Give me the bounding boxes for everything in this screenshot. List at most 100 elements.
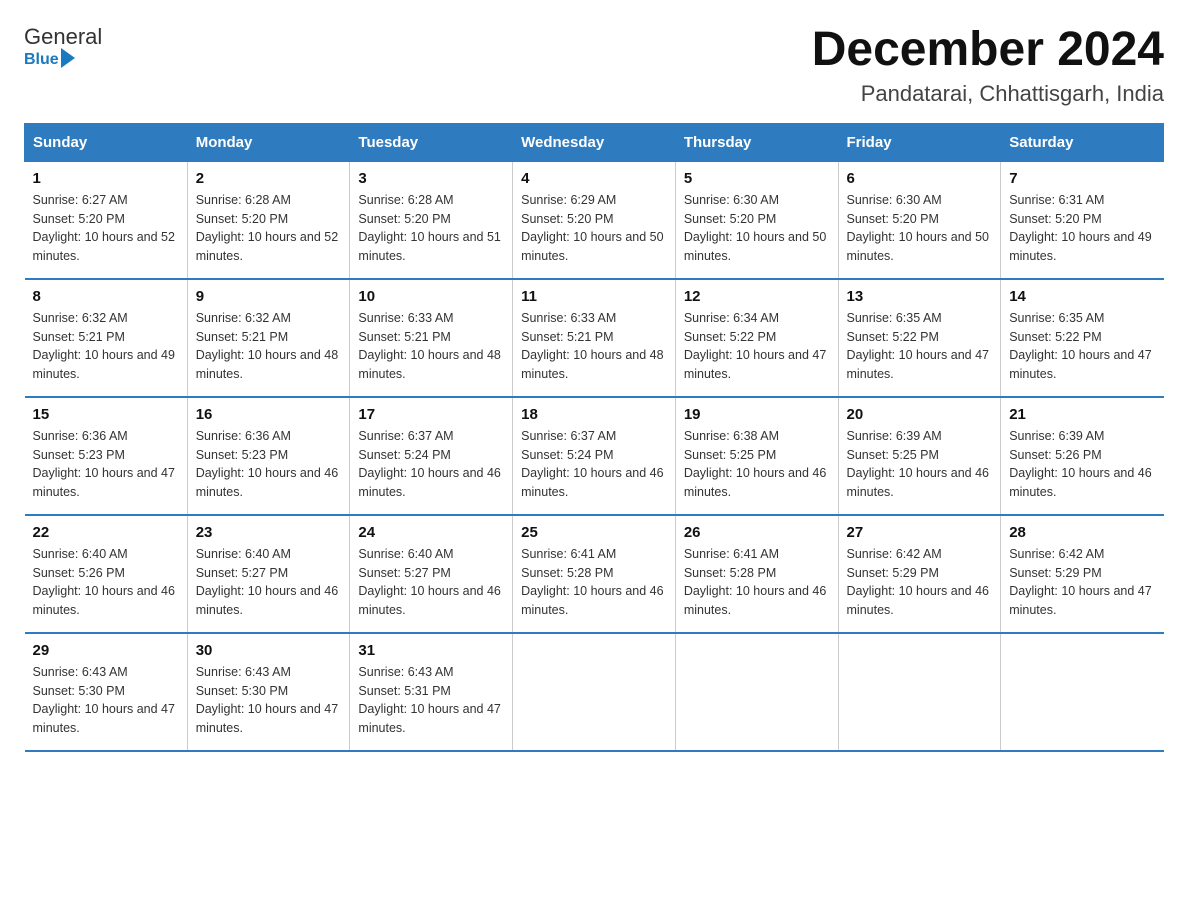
calendar-cell: 30 Sunrise: 6:43 AMSunset: 5:30 PMDaylig…	[187, 633, 350, 751]
calendar-table: SundayMondayTuesdayWednesdayThursdayFrid…	[24, 123, 1164, 752]
calendar-cell: 6 Sunrise: 6:30 AMSunset: 5:20 PMDayligh…	[838, 161, 1001, 279]
day-info: Sunrise: 6:34 AMSunset: 5:22 PMDaylight:…	[684, 309, 830, 384]
day-info: Sunrise: 6:43 AMSunset: 5:30 PMDaylight:…	[33, 663, 179, 738]
calendar-cell	[838, 633, 1001, 751]
day-number: 30	[196, 642, 342, 659]
day-number: 25	[521, 524, 667, 541]
header-sunday: Sunday	[25, 123, 188, 161]
day-info: Sunrise: 6:43 AMSunset: 5:31 PMDaylight:…	[358, 663, 504, 738]
day-number: 17	[358, 406, 504, 423]
day-number: 2	[196, 170, 342, 187]
calendar-cell: 31 Sunrise: 6:43 AMSunset: 5:31 PMDaylig…	[350, 633, 513, 751]
calendar-week-row: 15 Sunrise: 6:36 AMSunset: 5:23 PMDaylig…	[25, 397, 1164, 515]
title-block: December 2024 Pandatarai, Chhattisgarh, …	[812, 24, 1164, 107]
day-number: 15	[33, 406, 179, 423]
calendar-cell: 20 Sunrise: 6:39 AMSunset: 5:25 PMDaylig…	[838, 397, 1001, 515]
day-info: Sunrise: 6:35 AMSunset: 5:22 PMDaylight:…	[847, 309, 993, 384]
header-monday: Monday	[187, 123, 350, 161]
day-number: 1	[33, 170, 179, 187]
calendar-week-row: 1 Sunrise: 6:27 AMSunset: 5:20 PMDayligh…	[25, 161, 1164, 279]
calendar-cell: 10 Sunrise: 6:33 AMSunset: 5:21 PMDaylig…	[350, 279, 513, 397]
logo-blue-text: Blue	[24, 51, 59, 69]
day-number: 18	[521, 406, 667, 423]
day-info: Sunrise: 6:42 AMSunset: 5:29 PMDaylight:…	[847, 545, 993, 620]
day-number: 10	[358, 288, 504, 305]
calendar-cell: 2 Sunrise: 6:28 AMSunset: 5:20 PMDayligh…	[187, 161, 350, 279]
day-number: 19	[684, 406, 830, 423]
calendar-cell	[1001, 633, 1164, 751]
day-number: 22	[33, 524, 179, 541]
calendar-cell: 5 Sunrise: 6:30 AMSunset: 5:20 PMDayligh…	[675, 161, 838, 279]
day-number: 21	[1009, 406, 1155, 423]
day-info: Sunrise: 6:40 AMSunset: 5:26 PMDaylight:…	[33, 545, 179, 620]
location-subtitle: Pandatarai, Chhattisgarh, India	[812, 81, 1164, 107]
day-info: Sunrise: 6:35 AMSunset: 5:22 PMDaylight:…	[1009, 309, 1155, 384]
calendar-cell: 18 Sunrise: 6:37 AMSunset: 5:24 PMDaylig…	[513, 397, 676, 515]
calendar-cell: 16 Sunrise: 6:36 AMSunset: 5:23 PMDaylig…	[187, 397, 350, 515]
calendar-cell: 22 Sunrise: 6:40 AMSunset: 5:26 PMDaylig…	[25, 515, 188, 633]
day-number: 28	[1009, 524, 1155, 541]
day-info: Sunrise: 6:32 AMSunset: 5:21 PMDaylight:…	[33, 309, 179, 384]
day-info: Sunrise: 6:30 AMSunset: 5:20 PMDaylight:…	[847, 191, 993, 266]
calendar-cell: 17 Sunrise: 6:37 AMSunset: 5:24 PMDaylig…	[350, 397, 513, 515]
day-number: 13	[847, 288, 993, 305]
day-info: Sunrise: 6:40 AMSunset: 5:27 PMDaylight:…	[358, 545, 504, 620]
calendar-cell: 21 Sunrise: 6:39 AMSunset: 5:26 PMDaylig…	[1001, 397, 1164, 515]
day-number: 14	[1009, 288, 1155, 305]
day-number: 23	[196, 524, 342, 541]
logo-arrow-icon	[61, 48, 75, 68]
day-info: Sunrise: 6:41 AMSunset: 5:28 PMDaylight:…	[521, 545, 667, 620]
logo: General Blue	[24, 24, 102, 70]
calendar-cell: 27 Sunrise: 6:42 AMSunset: 5:29 PMDaylig…	[838, 515, 1001, 633]
calendar-cell: 9 Sunrise: 6:32 AMSunset: 5:21 PMDayligh…	[187, 279, 350, 397]
month-title: December 2024	[812, 24, 1164, 77]
calendar-cell: 15 Sunrise: 6:36 AMSunset: 5:23 PMDaylig…	[25, 397, 188, 515]
header-saturday: Saturday	[1001, 123, 1164, 161]
day-info: Sunrise: 6:33 AMSunset: 5:21 PMDaylight:…	[358, 309, 504, 384]
day-info: Sunrise: 6:38 AMSunset: 5:25 PMDaylight:…	[684, 427, 830, 502]
day-number: 12	[684, 288, 830, 305]
day-number: 20	[847, 406, 993, 423]
day-info: Sunrise: 6:36 AMSunset: 5:23 PMDaylight:…	[196, 427, 342, 502]
day-number: 31	[358, 642, 504, 659]
day-info: Sunrise: 6:39 AMSunset: 5:26 PMDaylight:…	[1009, 427, 1155, 502]
calendar-cell: 25 Sunrise: 6:41 AMSunset: 5:28 PMDaylig…	[513, 515, 676, 633]
day-number: 24	[358, 524, 504, 541]
page-header: General Blue December 2024 Pandatarai, C…	[24, 24, 1164, 107]
day-info: Sunrise: 6:37 AMSunset: 5:24 PMDaylight:…	[521, 427, 667, 502]
day-info: Sunrise: 6:28 AMSunset: 5:20 PMDaylight:…	[196, 191, 342, 266]
day-number: 16	[196, 406, 342, 423]
calendar-cell: 11 Sunrise: 6:33 AMSunset: 5:21 PMDaylig…	[513, 279, 676, 397]
header-tuesday: Tuesday	[350, 123, 513, 161]
header-wednesday: Wednesday	[513, 123, 676, 161]
calendar-cell: 19 Sunrise: 6:38 AMSunset: 5:25 PMDaylig…	[675, 397, 838, 515]
day-info: Sunrise: 6:37 AMSunset: 5:24 PMDaylight:…	[358, 427, 504, 502]
calendar-header-row: SundayMondayTuesdayWednesdayThursdayFrid…	[25, 123, 1164, 161]
calendar-cell: 12 Sunrise: 6:34 AMSunset: 5:22 PMDaylig…	[675, 279, 838, 397]
calendar-cell: 13 Sunrise: 6:35 AMSunset: 5:22 PMDaylig…	[838, 279, 1001, 397]
day-info: Sunrise: 6:29 AMSunset: 5:20 PMDaylight:…	[521, 191, 667, 266]
calendar-cell: 7 Sunrise: 6:31 AMSunset: 5:20 PMDayligh…	[1001, 161, 1164, 279]
day-info: Sunrise: 6:40 AMSunset: 5:27 PMDaylight:…	[196, 545, 342, 620]
day-info: Sunrise: 6:30 AMSunset: 5:20 PMDaylight:…	[684, 191, 830, 266]
day-number: 27	[847, 524, 993, 541]
day-number: 9	[196, 288, 342, 305]
day-number: 29	[33, 642, 179, 659]
calendar-week-row: 8 Sunrise: 6:32 AMSunset: 5:21 PMDayligh…	[25, 279, 1164, 397]
calendar-cell: 4 Sunrise: 6:29 AMSunset: 5:20 PMDayligh…	[513, 161, 676, 279]
calendar-cell: 14 Sunrise: 6:35 AMSunset: 5:22 PMDaylig…	[1001, 279, 1164, 397]
day-info: Sunrise: 6:41 AMSunset: 5:28 PMDaylight:…	[684, 545, 830, 620]
calendar-week-row: 22 Sunrise: 6:40 AMSunset: 5:26 PMDaylig…	[25, 515, 1164, 633]
day-info: Sunrise: 6:42 AMSunset: 5:29 PMDaylight:…	[1009, 545, 1155, 620]
day-info: Sunrise: 6:33 AMSunset: 5:21 PMDaylight:…	[521, 309, 667, 384]
calendar-cell	[675, 633, 838, 751]
day-number: 26	[684, 524, 830, 541]
calendar-cell: 26 Sunrise: 6:41 AMSunset: 5:28 PMDaylig…	[675, 515, 838, 633]
calendar-cell: 8 Sunrise: 6:32 AMSunset: 5:21 PMDayligh…	[25, 279, 188, 397]
day-number: 5	[684, 170, 830, 187]
calendar-cell: 3 Sunrise: 6:28 AMSunset: 5:20 PMDayligh…	[350, 161, 513, 279]
header-thursday: Thursday	[675, 123, 838, 161]
day-info: Sunrise: 6:27 AMSunset: 5:20 PMDaylight:…	[33, 191, 179, 266]
day-number: 6	[847, 170, 993, 187]
calendar-cell: 23 Sunrise: 6:40 AMSunset: 5:27 PMDaylig…	[187, 515, 350, 633]
